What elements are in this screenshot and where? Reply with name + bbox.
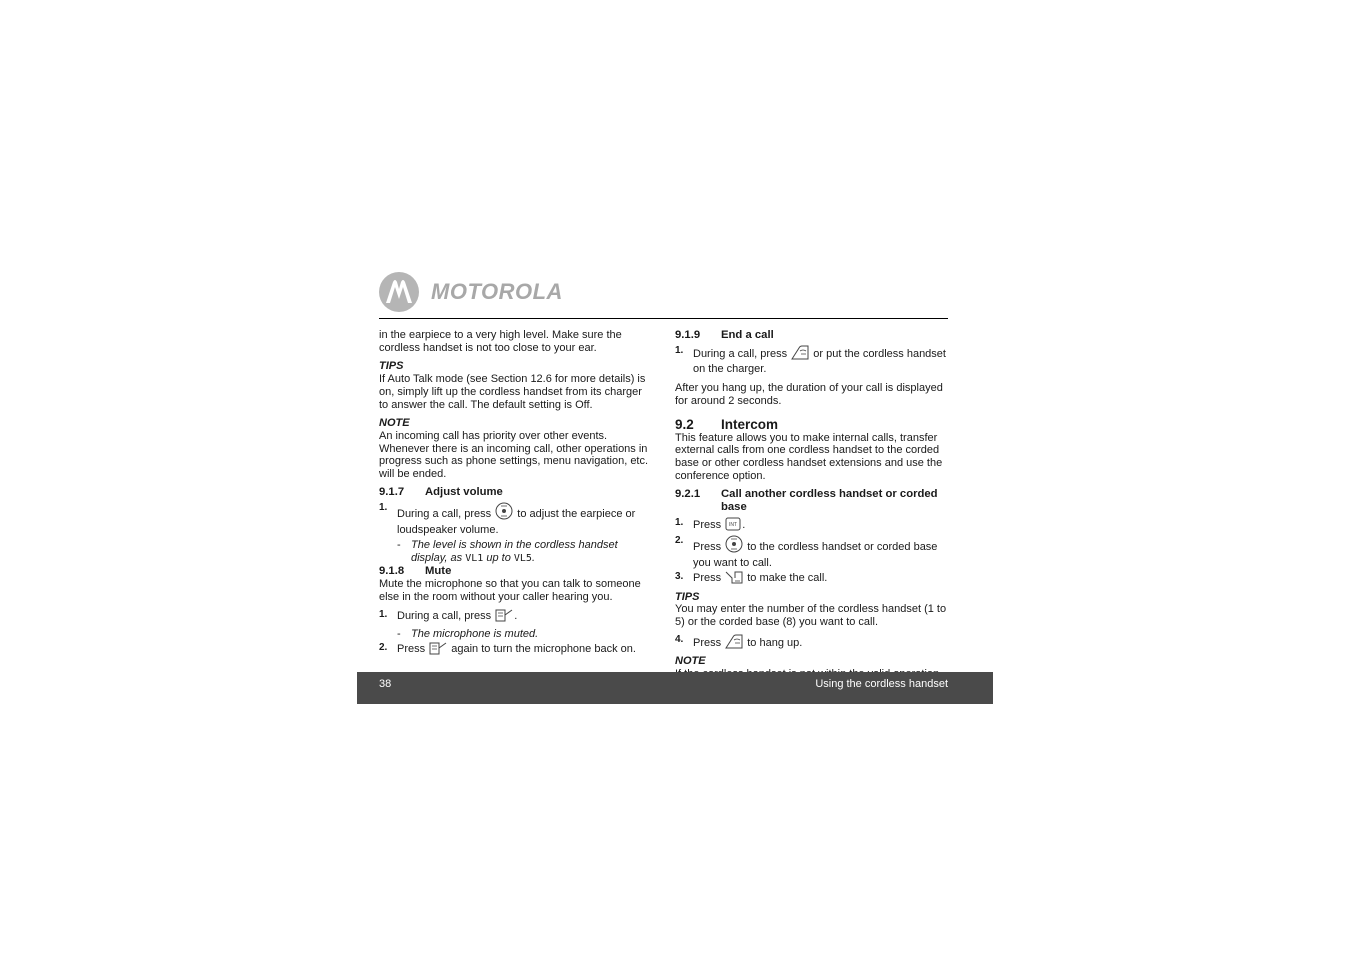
step-number: 4. — [675, 633, 684, 645]
step-item: 1. During a call, press to adjust the ea… — [379, 502, 651, 536]
end-call-key-icon — [791, 345, 809, 364]
section-heading-9-1-7: 9.1.7 Adjust volume — [379, 486, 651, 499]
sub-step: - The microphone is muted. — [379, 628, 651, 641]
sub-text-mid: up to — [486, 551, 511, 564]
header-rule — [379, 318, 948, 319]
sub-step-text: The level is shown in the cordless hands… — [411, 539, 651, 565]
tips-label: TIPS — [675, 590, 700, 603]
talk-key-icon — [725, 571, 743, 588]
note-label: NOTE — [675, 655, 706, 668]
note-text: An incoming call has priority over other… — [379, 429, 649, 481]
step-text-before: During a call, press — [693, 347, 788, 360]
navigation-key-icon — [725, 535, 743, 557]
section-number: 9.1.8 — [379, 565, 405, 578]
step-text: Press INT. — [693, 517, 745, 535]
step-item: 1. During a call, press . — [379, 609, 651, 626]
step-text: Press to the cordless handset or corded … — [693, 535, 947, 569]
step-number: 2. — [379, 641, 388, 653]
section-title: End a call — [721, 329, 774, 341]
step-text-after: . — [514, 610, 518, 623]
step-item: 1. During a call, press or put the cordl… — [675, 345, 947, 376]
after-hangup-text: After you hang up, the duration of your … — [675, 382, 943, 407]
step-item: 4. Press to hang up. — [675, 634, 947, 653]
tips-text: You may enter the number of the cordless… — [675, 603, 947, 628]
step-text: Press to hang up. — [693, 634, 802, 653]
step-text: Press to make the call. — [693, 571, 827, 588]
section-number: 9.2 — [675, 416, 694, 432]
step-number: 2. — [675, 535, 684, 547]
lcd-text-vl5: VL5 — [513, 552, 532, 564]
section-number: 9.1.7 — [379, 485, 405, 498]
section-heading-9-2-1: 9.2.1 Call another cordless handset or c… — [675, 488, 947, 513]
page-footer: 38 Using the cordless handset — [357, 672, 993, 704]
right-column: 9.1.9 End a call 1. During a call, press… — [675, 329, 947, 693]
step-text-before: During a call, press — [397, 610, 492, 623]
brand-logo: MOTOROLA — [379, 271, 563, 313]
manual-page: MOTOROLA in the earpiece to a very high … — [357, 262, 993, 704]
mute-softkey-icon — [429, 642, 447, 659]
step-text-after: again to turn the microphone back on. — [451, 642, 636, 655]
mute-intro: Mute the microphone so that you can talk… — [379, 577, 641, 603]
sub-step: - The level is shown in the cordless han… — [379, 539, 651, 565]
lcd-text-vl1: VL1 — [465, 552, 484, 564]
step-text-before: Press — [693, 518, 722, 531]
step-item: 1. Press INT. — [675, 517, 947, 535]
step-text-before: Press — [397, 642, 426, 655]
step-text-before: During a call, press — [397, 508, 492, 521]
step-item: 3. Press to make the call. — [675, 571, 947, 588]
step-text: Press again to turn the microphone back … — [397, 642, 636, 659]
dash: - — [397, 628, 401, 641]
step-number: 1. — [675, 344, 684, 356]
section-number: 9.2.1 — [675, 488, 701, 501]
sub-step-text: The microphone is muted. — [411, 628, 539, 641]
brand-name: MOTOROLA — [431, 279, 563, 304]
section-heading-9-1-8: 9.1.8 Mute — [379, 565, 651, 578]
step-number: 1. — [379, 502, 388, 514]
step-text-after: . — [742, 518, 746, 531]
left-column: in the earpiece to a very high level. Ma… — [379, 329, 651, 658]
tips-text: If Auto Talk mode (see Section 12.6 for … — [379, 373, 646, 411]
step-text-before: Press — [693, 636, 722, 649]
step-number: 1. — [675, 516, 684, 528]
section-title: Mute — [425, 565, 452, 578]
step-text: During a call, press to adjust the earpi… — [397, 502, 651, 536]
tips-label: TIPS — [379, 360, 404, 373]
svg-text:INT: INT — [729, 522, 737, 528]
intro-paragraph: in the earpiece to a very high level. Ma… — [379, 329, 622, 354]
end-call-key-icon — [725, 634, 743, 653]
section-number: 9.1.9 — [675, 329, 701, 341]
step-number: 3. — [675, 570, 684, 582]
step-text: During a call, press or put the cordless… — [693, 345, 947, 376]
step-text-after: to hang up. — [747, 636, 803, 649]
step-text-before: Press — [693, 541, 722, 554]
intercom-key-icon: INT — [725, 517, 741, 535]
mute-softkey-icon — [495, 609, 513, 626]
step-text-before: Press — [693, 571, 722, 584]
sub-text-after: . — [531, 551, 535, 564]
dash: - — [397, 538, 401, 551]
intercom-intro: This feature allows you to make internal… — [675, 431, 943, 482]
step-text-after: to make the call. — [747, 571, 828, 584]
section-title: Adjust volume — [425, 485, 503, 498]
section-title: Call another cordless handset or corded … — [721, 488, 938, 514]
step-item: 2. Press to the cordless handset or cord… — [675, 535, 947, 569]
footer-section-title: Using the cordless handset — [815, 678, 948, 690]
step-item: 2. Press again to turn the microphone ba… — [379, 642, 651, 659]
step-number: 1. — [379, 609, 388, 621]
navigation-key-icon — [495, 502, 513, 524]
section-heading-9-2: 9.2 Intercom — [675, 417, 947, 432]
section-title: Intercom — [721, 416, 779, 432]
section-heading-9-1-9: 9.1.9 End a call — [675, 329, 947, 342]
page-number: 38 — [379, 678, 392, 690]
step-text: During a call, press . — [397, 609, 517, 626]
motorola-logo-icon — [379, 272, 419, 312]
note-label: NOTE — [379, 417, 410, 430]
